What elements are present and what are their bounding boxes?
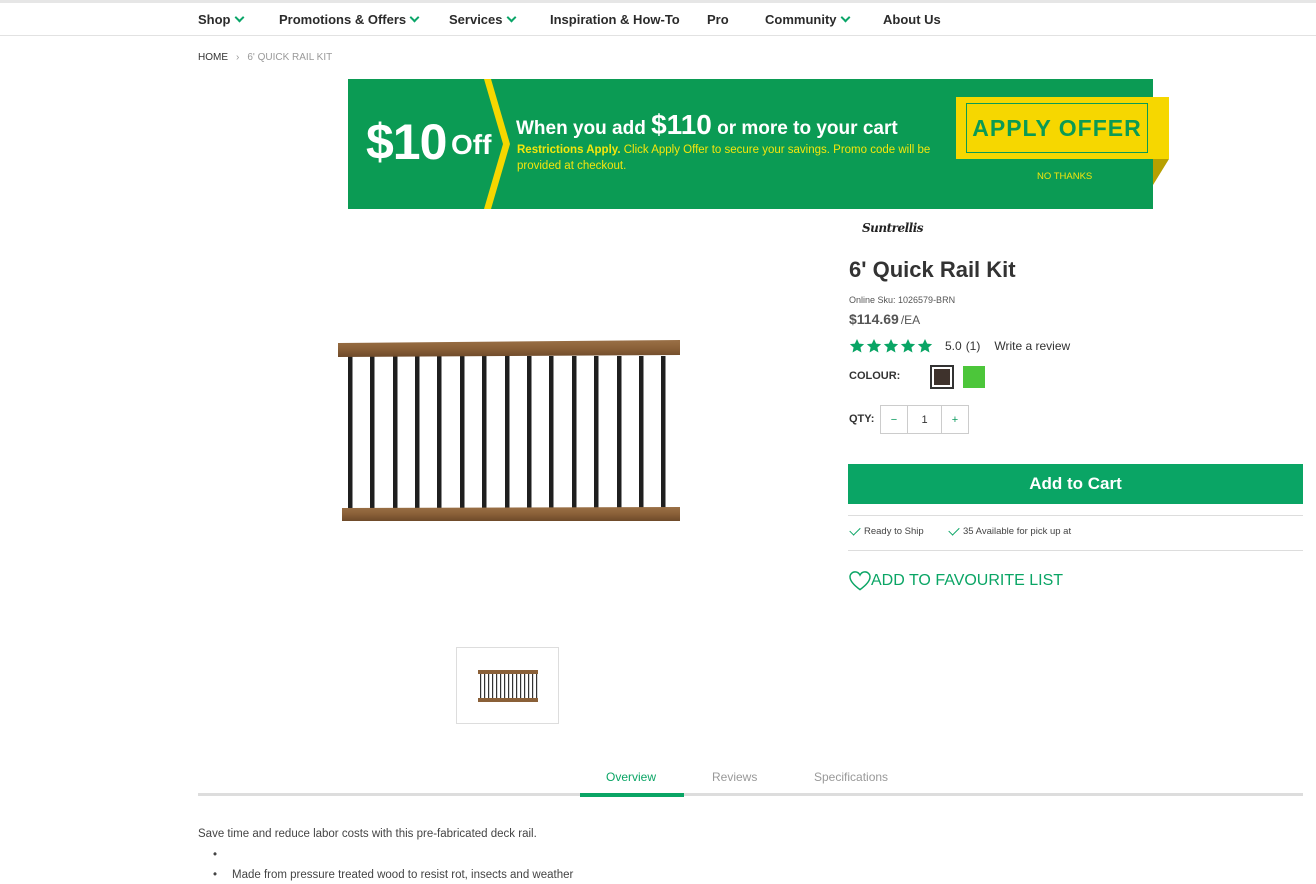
availability-ready-to-ship: Ready to Ship <box>849 523 924 537</box>
add-to-cart-button[interactable]: Add to Cart <box>848 464 1303 504</box>
star-icon <box>900 339 916 353</box>
add-to-favourite-button[interactable]: ADD TO FAVOURITE LIST <box>849 571 1063 591</box>
breadcrumb-separator-icon: › <box>236 52 240 63</box>
colour-swatch-brown[interactable] <box>930 365 954 389</box>
nav-item-community[interactable]: Community <box>765 12 850 27</box>
favourite-label: ADD TO FAVOURITE LIST <box>871 572 1064 589</box>
nav-item-services[interactable]: Services <box>449 12 516 27</box>
availability-text: 35 Available for pick up at <box>963 526 1072 537</box>
nav-item-label: Shop <box>198 12 231 27</box>
price-value: $114.69 <box>849 311 899 327</box>
availability-text: Ready to Ship <box>864 526 924 537</box>
nav-item-label: Inspiration & How-To <box>550 12 680 27</box>
thumbnail-rail-image <box>477 669 538 702</box>
nav-item-label: Community <box>765 12 837 27</box>
promo-chevron-divider <box>484 79 510 209</box>
promo-amount: $10 <box>366 114 447 170</box>
nav-item-label: Services <box>449 12 503 27</box>
nav-item-label: About Us <box>883 12 941 27</box>
product-sku: Online Sku: 1026579-BRN <box>849 295 956 305</box>
check-icon <box>948 523 960 536</box>
top-navigation: Shop Promotions & Offers Services Inspir… <box>0 0 1316 36</box>
check-icon <box>849 523 861 536</box>
price-unit: /EA <box>900 313 921 327</box>
tab-reviews[interactable]: Reviews <box>712 770 757 784</box>
rating-stars[interactable] <box>849 338 933 354</box>
nav-item-promotions[interactable]: Promotions & Offers <box>279 12 420 27</box>
quantity-stepper: − 1 + <box>880 405 969 434</box>
product-thumbnail[interactable] <box>456 647 559 724</box>
tab-overview[interactable]: Overview <box>606 770 656 784</box>
product-rating: 5.0 (1) Write a review <box>849 338 1070 354</box>
write-review-link[interactable]: Write a review <box>994 339 1070 353</box>
colour-swatch-green[interactable] <box>963 366 985 388</box>
apply-offer-fold <box>1153 159 1169 185</box>
product-price: $114.69/EA <box>849 311 920 327</box>
nav-item-about[interactable]: About Us <box>883 12 941 27</box>
promo-headline-amount: $110 <box>651 109 712 140</box>
promo-headline-post: or more to your cart <box>711 118 898 139</box>
promo-restrictions-bold: Restrictions Apply. <box>517 144 621 156</box>
apply-offer-button[interactable]: APPLY OFFER <box>966 103 1148 153</box>
tabs-baseline <box>198 793 1303 796</box>
nav-item-shop[interactable]: Shop <box>198 12 244 27</box>
star-icon <box>883 339 899 353</box>
divider <box>848 550 1303 551</box>
nav-item-label: Pro <box>707 12 729 27</box>
chevron-down-icon <box>234 12 244 23</box>
promo-restrictions: Restrictions Apply. Click Apply Offer to… <box>517 142 937 174</box>
nav-item-label: Promotions & Offers <box>279 12 407 27</box>
product-title: 6' Quick Rail Kit <box>849 257 1016 282</box>
promo-headline-pre: When you add <box>516 118 652 139</box>
qty-decrement-button[interactable]: − <box>881 406 907 433</box>
qty-label: QTY: <box>849 413 875 425</box>
description-bullet: Made from pressure treated wood to resis… <box>232 869 574 881</box>
breadcrumb: HOME › 6' QUICK RAIL KIT <box>198 52 332 63</box>
bullet-marker: • <box>213 869 218 881</box>
bullet-marker: • <box>213 849 218 861</box>
promo-banner: $10 Off When you add $110 or more to you… <box>348 79 1169 209</box>
star-icon <box>866 339 882 353</box>
chevron-down-icon <box>506 12 516 23</box>
rating-count[interactable]: (1) <box>966 339 981 353</box>
tab-specifications[interactable]: Specifications <box>814 770 888 784</box>
breadcrumb-current: 6' QUICK RAIL KIT <box>247 52 333 63</box>
qty-increment-button[interactable]: + <box>942 406 968 433</box>
qty-input[interactable]: 1 <box>907 406 942 433</box>
product-main-image <box>338 340 680 521</box>
brand-logo[interactable]: Suntrellis <box>862 221 924 235</box>
rating-score: 5.0 <box>945 339 962 353</box>
nav-item-inspiration[interactable]: Inspiration & How-To <box>550 12 680 27</box>
star-icon <box>917 339 933 353</box>
swatch-fill <box>934 369 950 385</box>
colour-label: COLOUR: <box>849 370 901 382</box>
description-intro: Save time and reduce labor costs with th… <box>198 828 537 840</box>
promo-headline: When you add $110 or more to your cart <box>516 109 898 141</box>
apply-offer-frame: APPLY OFFER <box>956 97 1169 159</box>
chevron-down-icon <box>409 12 420 23</box>
star-icon <box>849 339 865 353</box>
chevron-down-icon <box>840 12 850 23</box>
heart-icon <box>849 571 871 591</box>
active-tab-indicator <box>580 793 684 797</box>
availability-pickup: 35 Available for pick up at <box>948 523 1072 537</box>
divider <box>848 515 1303 516</box>
nav-item-pro[interactable]: Pro <box>707 12 729 27</box>
breadcrumb-home-link[interactable]: HOME <box>198 52 228 63</box>
no-thanks-link[interactable]: NO THANKS <box>1037 171 1092 182</box>
